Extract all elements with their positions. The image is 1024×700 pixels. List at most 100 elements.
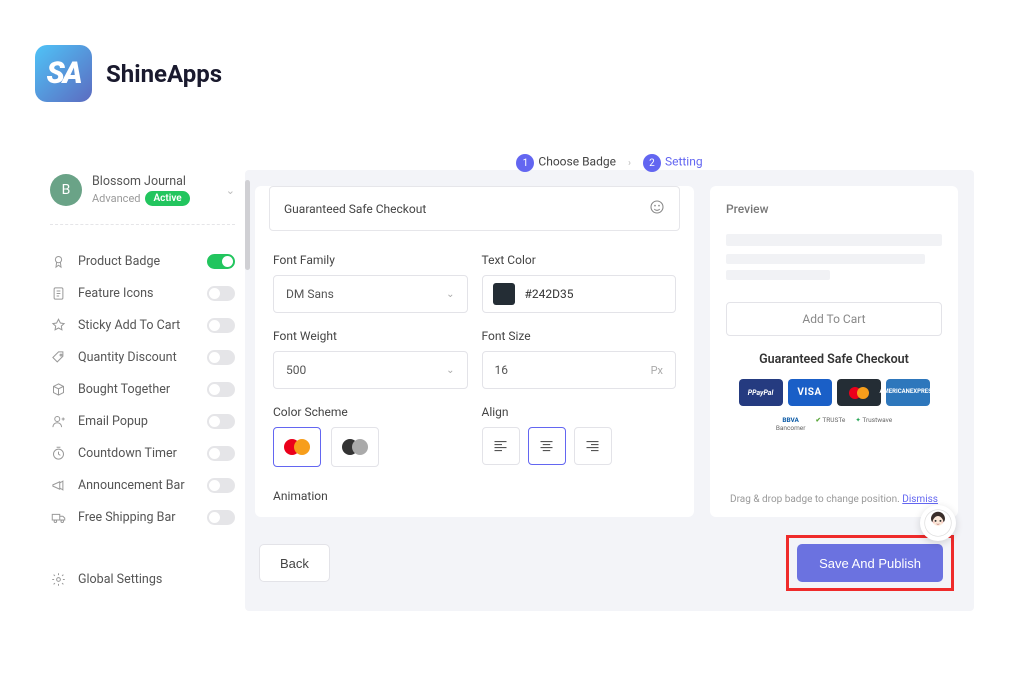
add-to-cart-button[interactable]: Add To Cart bbox=[726, 302, 942, 336]
sidebar-item-bought-together[interactable]: Bought Together bbox=[50, 373, 235, 405]
config-panel: Guaranteed Safe Checkout Font Family DM … bbox=[255, 186, 694, 517]
truste-badge: ✔ TRUSTe bbox=[815, 416, 845, 432]
chevron-down-icon: ⌄ bbox=[226, 184, 235, 197]
scrollbar[interactable] bbox=[245, 180, 250, 270]
sidebar-item-label: Announcement Bar bbox=[78, 478, 195, 493]
megaphone-icon bbox=[50, 477, 66, 493]
toggle[interactable] bbox=[207, 350, 235, 365]
step-setting[interactable]: 2Setting bbox=[643, 154, 703, 172]
align-right-button[interactable] bbox=[574, 427, 612, 465]
sidebar-item-feature-icons[interactable]: Feature Icons bbox=[50, 277, 235, 309]
font-family-select[interactable]: DM Sans⌄ bbox=[273, 275, 468, 313]
toggle[interactable] bbox=[207, 382, 235, 397]
payment-badge-row[interactable]: P PayPal VISA AMERICANEXPRESS bbox=[726, 379, 942, 406]
main-panel: 1Choose Badge › 2Setting Guaranteed Safe… bbox=[245, 170, 974, 611]
field-font-weight: Font Weight 500⌄ bbox=[273, 329, 468, 389]
field-label: Font Weight bbox=[273, 329, 468, 343]
sidebar-item-email-popup[interactable]: Email Popup bbox=[50, 405, 235, 437]
sidebar-item-countdown[interactable]: Countdown Timer bbox=[50, 437, 235, 469]
step-choose-badge[interactable]: 1Choose Badge bbox=[516, 154, 616, 172]
badge-icon bbox=[50, 253, 66, 269]
sidebar-item-product-badge[interactable]: Product Badge bbox=[50, 245, 235, 277]
chevron-down-icon: ⌄ bbox=[446, 289, 454, 300]
brand-header: SA ShineApps bbox=[0, 0, 1024, 102]
badge-title-input[interactable]: Guaranteed Safe Checkout bbox=[269, 186, 680, 231]
toggle[interactable] bbox=[207, 254, 235, 269]
skeleton bbox=[726, 254, 925, 264]
sidebar-item-label: Free Shipping Bar bbox=[78, 510, 195, 525]
status-badge: Active bbox=[145, 191, 189, 206]
font-size-input[interactable]: 16Px bbox=[482, 351, 677, 389]
cube-icon bbox=[50, 381, 66, 397]
preview-headline: Guaranteed Safe Checkout bbox=[726, 352, 942, 367]
app-shell: B Blossom Journal Advanced Active ⌄ Prod… bbox=[50, 170, 974, 611]
brand-name: ShineApps bbox=[106, 60, 222, 88]
save-publish-button[interactable]: Save And Publish bbox=[797, 544, 943, 582]
back-button[interactable]: Back bbox=[259, 544, 330, 582]
store-switcher[interactable]: B Blossom Journal Advanced Active ⌄ bbox=[50, 170, 235, 225]
emoji-icon[interactable] bbox=[649, 199, 665, 218]
trustwave-badge: ✦ Trustwave bbox=[855, 416, 892, 432]
field-label: Font Size bbox=[482, 329, 677, 343]
user-icon bbox=[50, 413, 66, 429]
field-color-scheme: Color Scheme bbox=[273, 405, 468, 467]
preview-title: Preview bbox=[726, 202, 942, 216]
text-color-input[interactable]: #242D35 bbox=[482, 275, 677, 313]
font-weight-select[interactable]: 500⌄ bbox=[273, 351, 468, 389]
sidebar-item-announcement[interactable]: Announcement Bar bbox=[50, 469, 235, 501]
document-icon bbox=[50, 285, 66, 301]
field-font-family: Font Family DM Sans⌄ bbox=[273, 253, 468, 313]
sidebar-item-sticky-cart[interactable]: Sticky Add To Cart bbox=[50, 309, 235, 341]
pin-icon bbox=[50, 317, 66, 333]
sidebar-item-quantity-discount[interactable]: Quantity Discount bbox=[50, 341, 235, 373]
scheme-mono[interactable] bbox=[331, 427, 379, 467]
toggle[interactable] bbox=[207, 286, 235, 301]
nav-list: Product Badge Feature Icons Sticky Add T… bbox=[50, 245, 235, 533]
tag-icon bbox=[50, 349, 66, 365]
store-avatar: B bbox=[50, 174, 82, 206]
badge-title-text: Guaranteed Safe Checkout bbox=[284, 202, 426, 216]
dismiss-link[interactable]: Dismiss bbox=[902, 494, 938, 505]
field-label: Color Scheme bbox=[273, 405, 468, 419]
store-meta: Blossom Journal Advanced Active bbox=[92, 174, 216, 206]
highlight-frame: Save And Publish bbox=[786, 535, 954, 591]
toggle[interactable] bbox=[207, 414, 235, 429]
field-font-size: Font Size 16Px bbox=[482, 329, 677, 389]
sidebar-item-label: Bought Together bbox=[78, 382, 195, 397]
store-name: Blossom Journal bbox=[92, 174, 216, 189]
color-swatch bbox=[493, 283, 515, 305]
toggle[interactable] bbox=[207, 446, 235, 461]
sidebar-item-global-settings[interactable]: Global Settings bbox=[50, 563, 235, 595]
align-center-button[interactable] bbox=[528, 427, 566, 465]
field-text-color: Text Color #242D35 bbox=[482, 253, 677, 313]
gear-icon bbox=[50, 571, 66, 587]
step-indicator: 1Choose Badge › 2Setting bbox=[245, 154, 974, 184]
clock-icon bbox=[50, 445, 66, 461]
mastercard-badge bbox=[837, 379, 881, 406]
brand-logo: SA bbox=[35, 45, 92, 102]
toggle[interactable] bbox=[207, 510, 235, 525]
paypal-badge: P PayPal bbox=[739, 379, 783, 406]
skeleton bbox=[726, 234, 942, 246]
toggle[interactable] bbox=[207, 318, 235, 333]
sidebar-item-label: Global Settings bbox=[78, 572, 162, 587]
sidebar-item-free-shipping[interactable]: Free Shipping Bar bbox=[50, 501, 235, 533]
section-animation: Animation bbox=[273, 489, 676, 503]
trust-badge-row[interactable]: BBVABancomer ✔ TRUSTe ✦ Trustwave bbox=[726, 416, 942, 432]
sidebar-item-label: Product Badge bbox=[78, 254, 195, 269]
field-label: Align bbox=[482, 405, 677, 419]
sidebar-item-label: Email Popup bbox=[78, 414, 195, 429]
sidebar-item-label: Quantity Discount bbox=[78, 350, 195, 365]
align-left-button[interactable] bbox=[482, 427, 520, 465]
unit-label: Px bbox=[651, 364, 663, 377]
bbva-badge: BBVABancomer bbox=[776, 416, 806, 432]
scheme-color[interactable] bbox=[273, 427, 321, 467]
sidebar-item-label: Feature Icons bbox=[78, 286, 195, 301]
field-label: Text Color bbox=[482, 253, 677, 267]
toggle[interactable] bbox=[207, 478, 235, 493]
support-avatar[interactable] bbox=[920, 505, 956, 541]
chevron-down-icon: ⌄ bbox=[446, 365, 454, 376]
sidebar-item-label: Countdown Timer bbox=[78, 446, 195, 461]
truck-icon bbox=[50, 509, 66, 525]
skeleton bbox=[726, 270, 830, 280]
